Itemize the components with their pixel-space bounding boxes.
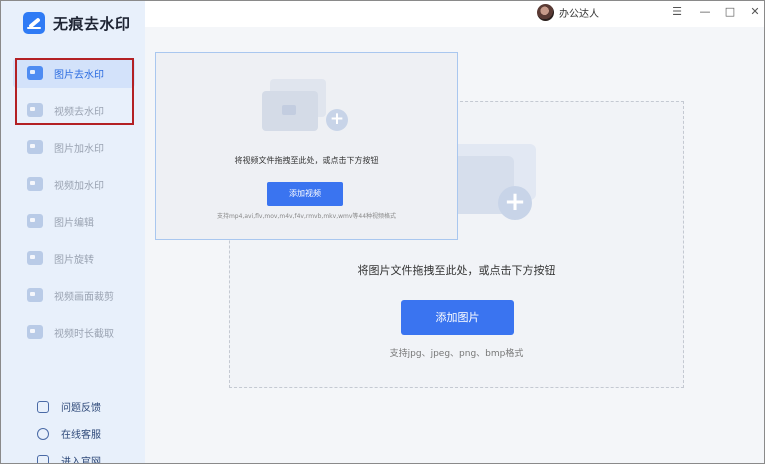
sidebar-item-video-remove-watermark[interactable]: 视频去水印 — [13, 95, 135, 125]
website-link[interactable]: 进入官网 — [37, 447, 101, 464]
image-add-icon — [27, 140, 43, 154]
online-service-label: 在线客服 — [61, 430, 101, 441]
sidebar-item-label: 图片加水印 — [54, 143, 104, 155]
sidebar-item-image-add-watermark[interactable]: 图片加水印 — [13, 132, 135, 162]
sidebar-bottom-links: 问题反馈 在线客服 进入官网 — [37, 393, 101, 464]
website-label: 进入官网 — [61, 457, 101, 464]
service-icon — [37, 427, 49, 440]
sidebar-item-label: 视频画面裁剪 — [54, 291, 114, 303]
sidebar-item-label: 视频加水印 — [54, 180, 104, 192]
feedback-label: 问题反馈 — [61, 403, 101, 414]
add-image-button[interactable]: 添加图片 — [401, 300, 514, 335]
sidebar-item-label: 图片编辑 — [54, 217, 94, 229]
sidebar-item-image-remove-watermark[interactable]: 图片去水印 — [13, 58, 135, 88]
feedback-icon — [37, 400, 49, 413]
brand: 无痕去水印 — [23, 11, 131, 35]
sidebar-item-image-rotate[interactable]: 图片旋转 — [13, 243, 135, 273]
rotate-icon — [27, 251, 43, 265]
sidebar-item-label: 视频去水印 — [54, 106, 104, 118]
sidebar: 无痕去水印 图片去水印 视频去水印 图片加水印 视频加水印 图片编辑 图片旋转 … — [1, 1, 145, 464]
add-video-button[interactable]: 添加视频 — [267, 182, 343, 206]
sidebar-item-image-edit[interactable]: 图片编辑 — [13, 206, 135, 236]
sidebar-nav: 图片去水印 视频去水印 图片加水印 视频加水印 图片编辑 图片旋转 视频画面裁剪… — [13, 58, 135, 354]
main-content: + 将图片文件拖拽至此处，或点击下方按钮 添加图片 支持jpg、jpeg、png… — [145, 27, 764, 463]
image-icon — [27, 66, 43, 80]
sidebar-item-video-add-watermark[interactable]: 视频加水印 — [13, 169, 135, 199]
sidebar-item-label: 图片旋转 — [54, 254, 94, 266]
user-name[interactable]: 办公达人 — [559, 5, 599, 20]
video-drop-zone[interactable]: + 将视频文件拖拽至此处，或点击下方按钮 添加视频 支持mp4,avi,flv,… — [155, 52, 458, 240]
video-camera-icon — [282, 105, 296, 115]
video-add-icon — [27, 177, 43, 191]
app-title: 无痕去水印 — [53, 14, 131, 33]
image-drop-hint: 将图片文件拖拽至此处，或点击下方按钮 — [357, 264, 556, 277]
video-formats-text: 支持mp4,avi,flv,mov,m4v,f4v,rmvb,mkv,wmv等4… — [216, 213, 397, 220]
feedback-link[interactable]: 问题反馈 — [37, 393, 101, 420]
video-icon — [27, 103, 43, 117]
menu-icon[interactable]: ☰ — [670, 5, 684, 19]
video-upload-illustration: + — [234, 75, 354, 155]
online-service-link[interactable]: 在线客服 — [37, 420, 101, 447]
website-icon — [37, 454, 49, 463]
title-bar: 办公达人 ☰ — □ ✕ — [145, 1, 764, 27]
maximize-icon[interactable]: □ — [723, 5, 737, 19]
sidebar-item-label: 视频时长截取 — [54, 328, 114, 340]
eraser-icon — [23, 12, 45, 34]
sidebar-item-label: 图片去水印 — [54, 69, 104, 81]
sidebar-item-video-trim[interactable]: 视频时长截取 — [13, 317, 135, 347]
image-edit-icon — [27, 214, 43, 228]
crop-icon — [27, 288, 43, 302]
plus-icon: + — [326, 109, 348, 131]
trim-icon — [27, 325, 43, 339]
close-icon[interactable]: ✕ — [748, 5, 762, 19]
app-window: 无痕去水印 图片去水印 视频去水印 图片加水印 视频加水印 图片编辑 图片旋转 … — [0, 0, 765, 464]
image-formats-text: 支持jpg、jpeg、png、bmp格式 — [389, 349, 524, 359]
avatar[interactable] — [537, 4, 554, 21]
sidebar-item-video-crop[interactable]: 视频画面裁剪 — [13, 280, 135, 310]
video-drop-hint: 将视频文件拖拽至此处，或点击下方按钮 — [234, 156, 379, 165]
minimize-icon[interactable]: — — [698, 5, 712, 19]
plus-icon: + — [498, 186, 532, 220]
